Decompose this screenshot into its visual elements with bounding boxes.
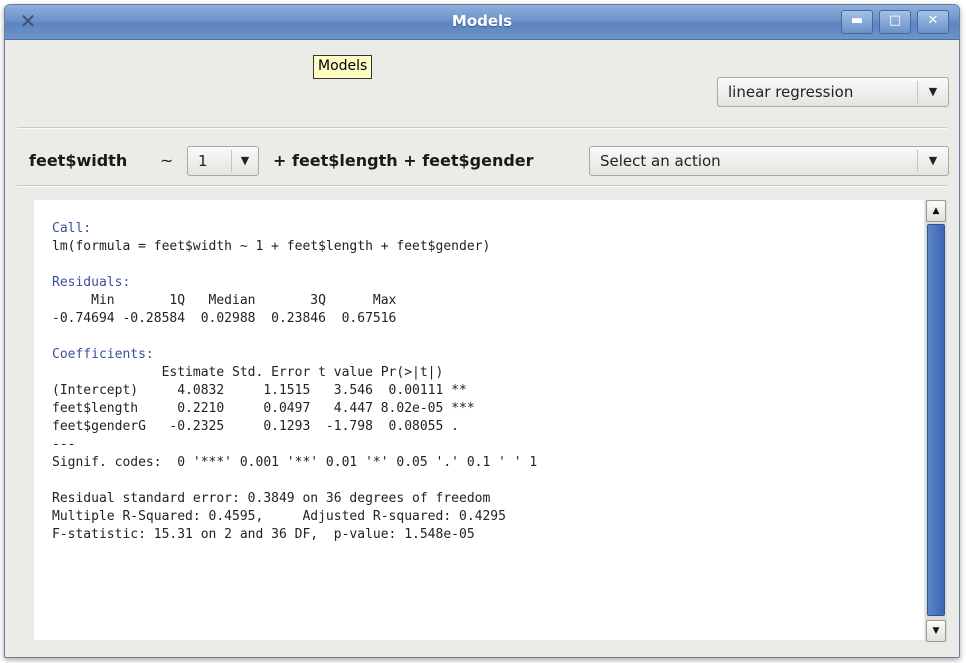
tooltip: Models [313, 55, 373, 79]
action-select[interactable]: Select an action ▼ [589, 146, 949, 176]
action-placeholder: Select an action [600, 152, 721, 170]
window-title: Models [451, 12, 513, 30]
scroll-thumb[interactable] [927, 224, 945, 616]
model-type-value: linear regression [728, 83, 854, 101]
f-statistic: F-statistic: 15.31 on 2 and 36 DF, p-val… [52, 527, 475, 542]
coef-row-length: feet$length 0.2210 0.0497 4.447 8.02e-05… [52, 401, 475, 416]
chevron-down-icon: ▼ [917, 81, 948, 103]
intercept-value: 1 [198, 152, 208, 170]
models-window: ✕ Models ▬ □ ✕ Models linear regression … [4, 4, 960, 658]
signif-codes: Signif. codes: 0 '***' 0.001 '**' 0.01 '… [52, 455, 538, 470]
call-line: lm(formula = feet$width ~ 1 + feet$lengt… [52, 239, 491, 254]
residuals-values: -0.74694 -0.28584 0.02988 0.23846 0.6751… [52, 311, 397, 326]
minimize-button[interactable]: ▬ [841, 10, 873, 34]
model-output[interactable]: Call: lm(formula = feet$width ~ 1 + feet… [34, 200, 924, 640]
r-squared: Multiple R-Squared: 0.4595, Adjusted R-s… [52, 509, 506, 524]
scroll-up-button[interactable]: ▲ [926, 200, 946, 222]
coef-header: Estimate Std. Error t value Pr(>|t|) [52, 365, 444, 380]
scroll-down-button[interactable]: ▼ [926, 620, 946, 642]
coef-row-intercept: (Intercept) 4.0832 1.1515 3.546 0.00111 … [52, 383, 467, 398]
dashes: --- [52, 437, 76, 452]
residual-se: Residual standard error: 0.3849 on 36 de… [52, 491, 491, 506]
chevron-down-icon: ▼ [231, 150, 258, 172]
output-text: Call: lm(formula = feet$width ~ 1 + feet… [52, 220, 537, 544]
title-bar[interactable]: ✕ Models ▬ □ ✕ [5, 5, 959, 40]
divider [17, 127, 947, 129]
tilde: ~ [160, 151, 174, 170]
model-type-select[interactable]: linear regression ▼ [717, 77, 949, 107]
formula-row: feet$width ~ 1 ▼ + feet$length + feet$ge… [5, 145, 959, 179]
maximize-button[interactable]: □ [879, 10, 911, 34]
coefficients-label: Coefficients: [52, 347, 154, 362]
intercept-select[interactable]: 1 ▼ [187, 146, 259, 176]
divider [17, 185, 947, 187]
residuals-header: Min 1Q Median 3Q Max [52, 293, 397, 308]
call-label: Call: [52, 221, 92, 236]
coef-row-gender: feet$genderG -0.2325 0.1293 -1.798 0.080… [52, 419, 459, 434]
vertical-scrollbar[interactable]: ▲ ▼ [925, 200, 947, 642]
close-button[interactable]: ✕ [917, 10, 949, 34]
chevron-down-icon: ▼ [917, 150, 948, 172]
formula-terms: + feet$length + feet$gender [273, 151, 534, 170]
residuals-label: Residuals: [52, 275, 131, 290]
response-variable: feet$width [29, 151, 128, 170]
